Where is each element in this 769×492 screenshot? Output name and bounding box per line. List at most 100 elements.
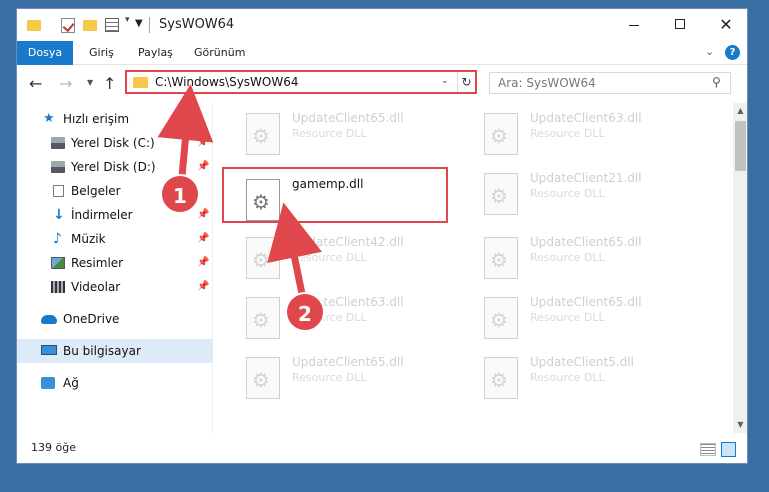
pin-icon[interactable]: 📌	[197, 251, 209, 275]
file-type: Resource DLL	[530, 251, 605, 264]
sidebar-item-label: Yerel Disk (D:)	[71, 160, 156, 174]
large-icons-view-icon[interactable]	[721, 442, 736, 457]
file-name: UpdateClient5.dll	[530, 355, 634, 369]
pin-icon[interactable]: 📌	[197, 227, 209, 251]
file-name: UpdateClient63.dll	[530, 111, 642, 125]
sidebar-item-onedrive[interactable]: OneDrive	[17, 307, 213, 331]
scroll-down-icon[interactable]: ▼	[733, 417, 747, 433]
tab-home[interactable]: Giriş	[79, 41, 124, 65]
file-item[interactable]: UpdateClient63.dll Resource DLL	[238, 291, 468, 347]
file-item[interactable]: UpdateClient21.dll Resource DLL	[476, 167, 706, 223]
address-dropdown-icon[interactable]: ⌄	[441, 76, 449, 86]
file-item-gamemp[interactable]: gamemp.dll	[238, 173, 468, 229]
pin-icon[interactable]: 📌	[197, 131, 209, 155]
navigation-bar: ← → ▼ ↑ C:\Windows\SysWOW64 ⌄ ↻ ⚲	[17, 66, 747, 100]
title-separator	[149, 17, 150, 33]
file-item[interactable]: UpdateClient65.dll Resource DLL	[476, 291, 706, 347]
dll-file-icon	[484, 173, 518, 215]
new-folder-icon[interactable]	[83, 20, 97, 31]
address-folder-icon	[133, 77, 148, 88]
address-bar[interactable]: C:\Windows\SysWOW64 ⌄ ↻	[125, 70, 477, 94]
step-badge-1: 1	[160, 174, 200, 214]
scroll-thumb[interactable]	[735, 121, 746, 171]
help-icon[interactable]: ?	[725, 45, 740, 60]
window-title: SysWOW64	[159, 17, 235, 32]
file-item[interactable]: UpdateClient65.dll Resource DLL	[238, 107, 468, 163]
sidebar-item-label: OneDrive	[63, 312, 120, 326]
file-type: Resource DLL	[530, 127, 605, 140]
sidebar-item-label: Ağ	[63, 376, 79, 390]
forward-arrow-icon[interactable]: →	[59, 74, 72, 93]
sidebar-item-this-pc[interactable]: Bu bilgisayar	[17, 339, 213, 363]
file-item[interactable]: UpdateClient65.dll Resource DLL	[238, 351, 468, 407]
dll-file-icon	[484, 237, 518, 279]
pin-icon[interactable]: 📌	[197, 275, 209, 299]
music-icon: ♪	[53, 231, 62, 247]
file-item[interactable]: UpdateClient65.dll Resource DLL	[476, 231, 706, 287]
close-button[interactable]: ✕	[703, 9, 747, 41]
sidebar-item-music[interactable]: ♪ Müzik 📌	[17, 227, 213, 251]
dll-file-icon	[484, 113, 518, 155]
expand-ribbon-icon[interactable]: ⌄	[705, 45, 714, 58]
file-type: Resource DLL	[292, 127, 367, 140]
dll-file-icon	[246, 237, 280, 279]
properties-check-icon[interactable]	[61, 18, 75, 33]
list-view-icon[interactable]	[105, 18, 119, 32]
dll-file-icon	[246, 113, 280, 155]
dll-file-icon	[484, 357, 518, 399]
maximize-button[interactable]	[657, 9, 703, 41]
back-arrow-icon[interactable]: ←	[29, 74, 42, 93]
sidebar-item-label: Müzik	[71, 232, 106, 246]
tab-file[interactable]: Dosya	[17, 41, 73, 65]
tab-share[interactable]: Paylaş	[128, 41, 183, 65]
file-type: Resource DLL	[530, 311, 605, 324]
pictures-icon	[51, 257, 65, 269]
videos-icon	[51, 281, 65, 293]
scroll-up-icon[interactable]: ▲	[733, 103, 747, 119]
sidebar-item-quick-access[interactable]: ★ Hızlı erişim	[17, 107, 213, 131]
file-item[interactable]: UpdateClient63.dll Resource DLL	[476, 107, 706, 163]
file-item[interactable]: UpdateClient42.dll Resource DLL	[238, 231, 468, 287]
file-type: Resource DLL	[292, 371, 367, 384]
download-icon: ↓	[53, 207, 65, 223]
file-name: UpdateClient65.dll	[530, 235, 642, 249]
file-item[interactable]: UpdateClient5.dll Resource DLL	[476, 351, 706, 407]
up-arrow-icon[interactable]: ↑	[103, 74, 116, 93]
file-type: Resource DLL	[530, 187, 605, 200]
sidebar-item-label: İndirmeler	[71, 208, 133, 222]
details-view-icon[interactable]	[700, 443, 716, 456]
disk-icon	[51, 137, 65, 149]
network-icon	[41, 377, 55, 389]
minimize-button[interactable]	[611, 9, 657, 41]
file-name: UpdateClient42.dll	[292, 235, 404, 249]
sidebar-item-label: Hızlı erişim	[63, 112, 130, 126]
refresh-icon[interactable]: ↻	[457, 72, 475, 92]
pin-icon[interactable]: 📌	[197, 203, 209, 227]
sidebar-item-label: Bu bilgisayar	[63, 344, 141, 358]
computer-icon	[41, 345, 57, 355]
tab-view[interactable]: Görünüm	[184, 41, 255, 65]
title-bar: ▾ ▼ SysWOW64 ✕	[17, 9, 747, 41]
dll-file-icon	[484, 297, 518, 339]
caret-icon: ▾	[125, 15, 130, 25]
search-input[interactable]	[490, 73, 700, 93]
recent-locations-icon[interactable]: ▼	[87, 78, 93, 87]
search-box[interactable]: ⚲	[489, 72, 731, 94]
search-icon[interactable]: ⚲	[712, 75, 721, 89]
sidebar-item-local-disk-c[interactable]: Yerel Disk (C:) 📌	[17, 131, 213, 155]
sidebar-item-videos[interactable]: Videolar 📌	[17, 275, 213, 299]
file-name: UpdateClient65.dll	[530, 295, 642, 309]
vertical-scrollbar[interactable]: ▲ ▼	[733, 103, 747, 433]
pin-icon[interactable]: 📌	[197, 155, 209, 179]
dll-file-icon	[246, 179, 280, 221]
document-icon	[53, 185, 64, 197]
file-name: UpdateClient65.dll	[292, 111, 404, 125]
sidebar-item-pictures[interactable]: Resimler 📌	[17, 251, 213, 275]
item-count: 139 öğe	[31, 441, 76, 454]
address-path[interactable]: C:\Windows\SysWOW64	[155, 75, 299, 89]
status-bar: 139 öğe	[17, 439, 747, 463]
sidebar-item-network[interactable]: Ağ	[17, 371, 213, 395]
customize-quick-access-icon[interactable]: ▼	[135, 18, 143, 36]
folder-icon	[27, 20, 41, 31]
explorer-window: ▾ ▼ SysWOW64 ✕ Dosya Giriş Paylaş Görünü…	[16, 8, 748, 464]
